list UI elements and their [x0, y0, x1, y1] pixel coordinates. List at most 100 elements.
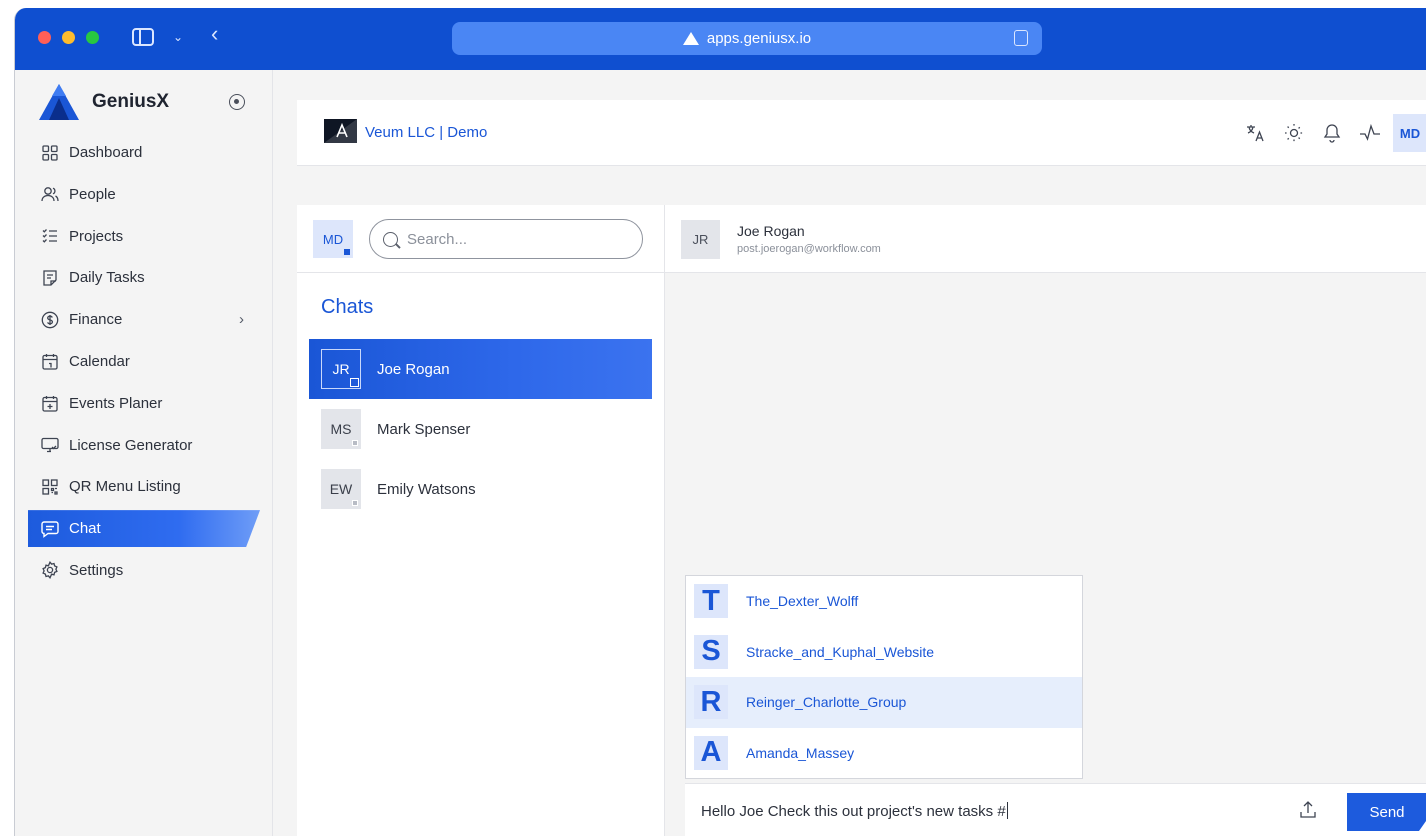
- chat-panel: MD Chats JR Joe Rogan: [297, 205, 1426, 836]
- sidebar-item-label: Projects: [69, 227, 124, 245]
- brand[interactable]: GeniusX: [39, 84, 169, 120]
- sidebar-item-label: QR Menu Listing: [69, 478, 181, 496]
- contact-item-mark-spenser[interactable]: MS Mark Spenser: [309, 399, 652, 459]
- mention-name: Reinger_Charlotte_Group: [746, 694, 907, 711]
- chat-list-pane: MD Chats JR Joe Rogan: [297, 205, 665, 836]
- browser-titlebar: ⌄ ‹ apps.geniusx.io: [15, 8, 1426, 70]
- mention-item[interactable]: T The_Dexter_Wolff: [686, 576, 1082, 627]
- sidebar-item-qr-menu-listing[interactable]: QR Menu Listing: [28, 468, 260, 505]
- mention-item[interactable]: S Stracke_and_Kuphal_Website: [686, 627, 1082, 678]
- sidebar-item-label: People: [69, 185, 116, 203]
- sidebar-item-label: Daily Tasks: [69, 269, 145, 287]
- sidebar-item-events-planer[interactable]: Events Planer: [28, 385, 260, 422]
- sidebar-nav: Dashboard People Projects Daily Tasks Fi…: [28, 134, 260, 594]
- org-name-link[interactable]: Veum LLC | Demo: [365, 124, 487, 141]
- send-button[interactable]: Send: [1347, 793, 1426, 831]
- contact-name: Joe Rogan: [377, 360, 450, 378]
- contact-item-joe-rogan[interactable]: JR Joe Rogan: [309, 339, 652, 399]
- mention-item-highlighted[interactable]: R Reinger_Charlotte_Group: [686, 677, 1082, 728]
- contact-item-emily-watsons[interactable]: EW Emily Watsons: [309, 459, 652, 519]
- sidebar-toggle-icon[interactable]: [132, 28, 154, 46]
- sidebar-collapse-icon[interactable]: [229, 94, 245, 110]
- grid-icon: [41, 144, 59, 162]
- site-icon: [682, 32, 699, 45]
- people-icon: [41, 185, 59, 203]
- mention-name: Amanda_Massey: [746, 744, 855, 761]
- translate-icon[interactable]: [1237, 113, 1275, 153]
- chats-title: Chats: [321, 296, 374, 318]
- sidebar-item-label: Events Planer: [69, 394, 163, 412]
- upload-icon[interactable]: [1299, 800, 1317, 820]
- search-box[interactable]: [369, 219, 643, 259]
- mention-letter: A: [694, 735, 728, 770]
- sidebar-item-dashboard[interactable]: Dashboard: [28, 134, 260, 171]
- sidebar-item-calendar[interactable]: Calendar: [28, 343, 260, 380]
- user-avatar[interactable]: MD: [1393, 114, 1426, 152]
- message-composer: Hello Joe Check this out project's new t…: [685, 783, 1426, 836]
- contact-avatar: EW: [321, 469, 361, 509]
- bell-icon[interactable]: [1313, 113, 1351, 153]
- contact-avatar: JR: [321, 349, 361, 389]
- sidebar-item-label: Chat: [69, 520, 101, 538]
- back-icon[interactable]: ‹: [211, 23, 218, 45]
- close-window-button[interactable]: [38, 31, 51, 44]
- sidebar-item-label: Settings: [69, 561, 124, 579]
- header-actions: MD: [1237, 113, 1426, 153]
- brand-logo-icon: [39, 84, 79, 120]
- conversation-header: JR Joe Rogan post.joerogan@workflow.com: [665, 205, 1426, 273]
- app-header: Veum LLC | Demo MD: [297, 100, 1426, 166]
- contact-name: Emily Watsons: [377, 480, 476, 498]
- calendar-plus-icon: [41, 394, 59, 412]
- maximize-window-button[interactable]: [86, 31, 99, 44]
- search-icon: [383, 231, 398, 247]
- sidebar-item-label: License Generator: [69, 436, 193, 454]
- chevron-down-icon[interactable]: ⌄: [173, 26, 183, 48]
- dollar-icon: [41, 311, 59, 329]
- status-dot: [350, 378, 359, 387]
- chevron-right-icon: ›: [239, 311, 244, 329]
- qr-icon: [41, 478, 59, 496]
- sidebar-item-chat[interactable]: Chat: [28, 510, 260, 548]
- contact-list: JR Joe Rogan MS Mark Spenser EW Emily Wa…: [309, 339, 652, 519]
- mention-item[interactable]: A Amanda_Massey: [686, 728, 1082, 779]
- mention-suggestions: T The_Dexter_Wolff S Stracke_and_Kuphal_…: [685, 575, 1083, 779]
- mention-name: Stracke_and_Kuphal_Website: [746, 643, 935, 660]
- sidebar-item-projects[interactable]: Projects: [28, 218, 260, 255]
- brand-name: GeniusX: [92, 91, 170, 112]
- gear-icon: [41, 561, 59, 580]
- mention-letter: R: [694, 685, 728, 720]
- sidebar-item-people[interactable]: People: [28, 176, 260, 213]
- sidebar-item-label: Finance: [69, 311, 123, 329]
- reader-icon[interactable]: [1014, 30, 1028, 46]
- message-text: Hello Joe Check this out project's new t…: [701, 803, 1006, 820]
- mention-letter: S: [694, 634, 728, 669]
- status-dot: [352, 500, 358, 506]
- url-text: apps.geniusx.io: [706, 30, 812, 47]
- mention-letter: T: [694, 584, 728, 619]
- chat-list-header: MD: [297, 205, 664, 273]
- sidebar-item-label: Dashboard: [69, 144, 143, 161]
- conversation-name: Joe Rogan: [737, 223, 805, 239]
- sidebar-item-settings[interactable]: Settings: [28, 552, 260, 589]
- my-avatar[interactable]: MD: [313, 220, 353, 258]
- contact-initials: JR: [332, 361, 350, 377]
- activity-icon[interactable]: [1351, 113, 1389, 153]
- org-logo-icon: [324, 119, 357, 143]
- contact-avatar: MS: [321, 409, 361, 449]
- conversation-avatar[interactable]: JR: [681, 220, 720, 259]
- checklist-icon: [41, 227, 59, 245]
- browser-window: ⌄ ‹ apps.geniusx.io GeniusX Dashboard Pe…: [14, 8, 1426, 836]
- sidebar-item-daily-tasks[interactable]: Daily Tasks: [28, 259, 260, 296]
- chat-icon: [41, 520, 59, 538]
- sidebar-item-finance[interactable]: Finance ›: [28, 301, 260, 338]
- theme-toggle-icon[interactable]: [1275, 113, 1313, 153]
- conversation-pane: JR Joe Rogan post.joerogan@workflow.com …: [665, 205, 1426, 836]
- mention-name: The_Dexter_Wolff: [746, 593, 859, 610]
- minimize-window-button[interactable]: [62, 31, 75, 44]
- search-input[interactable]: [407, 230, 607, 248]
- task-icon: [41, 269, 59, 287]
- status-dot: [344, 249, 350, 255]
- sidebar-item-license-generator[interactable]: License Generator: [28, 427, 260, 464]
- address-bar[interactable]: apps.geniusx.io: [452, 22, 1042, 55]
- message-input[interactable]: Hello Joe Check this out project's new t…: [701, 802, 1261, 820]
